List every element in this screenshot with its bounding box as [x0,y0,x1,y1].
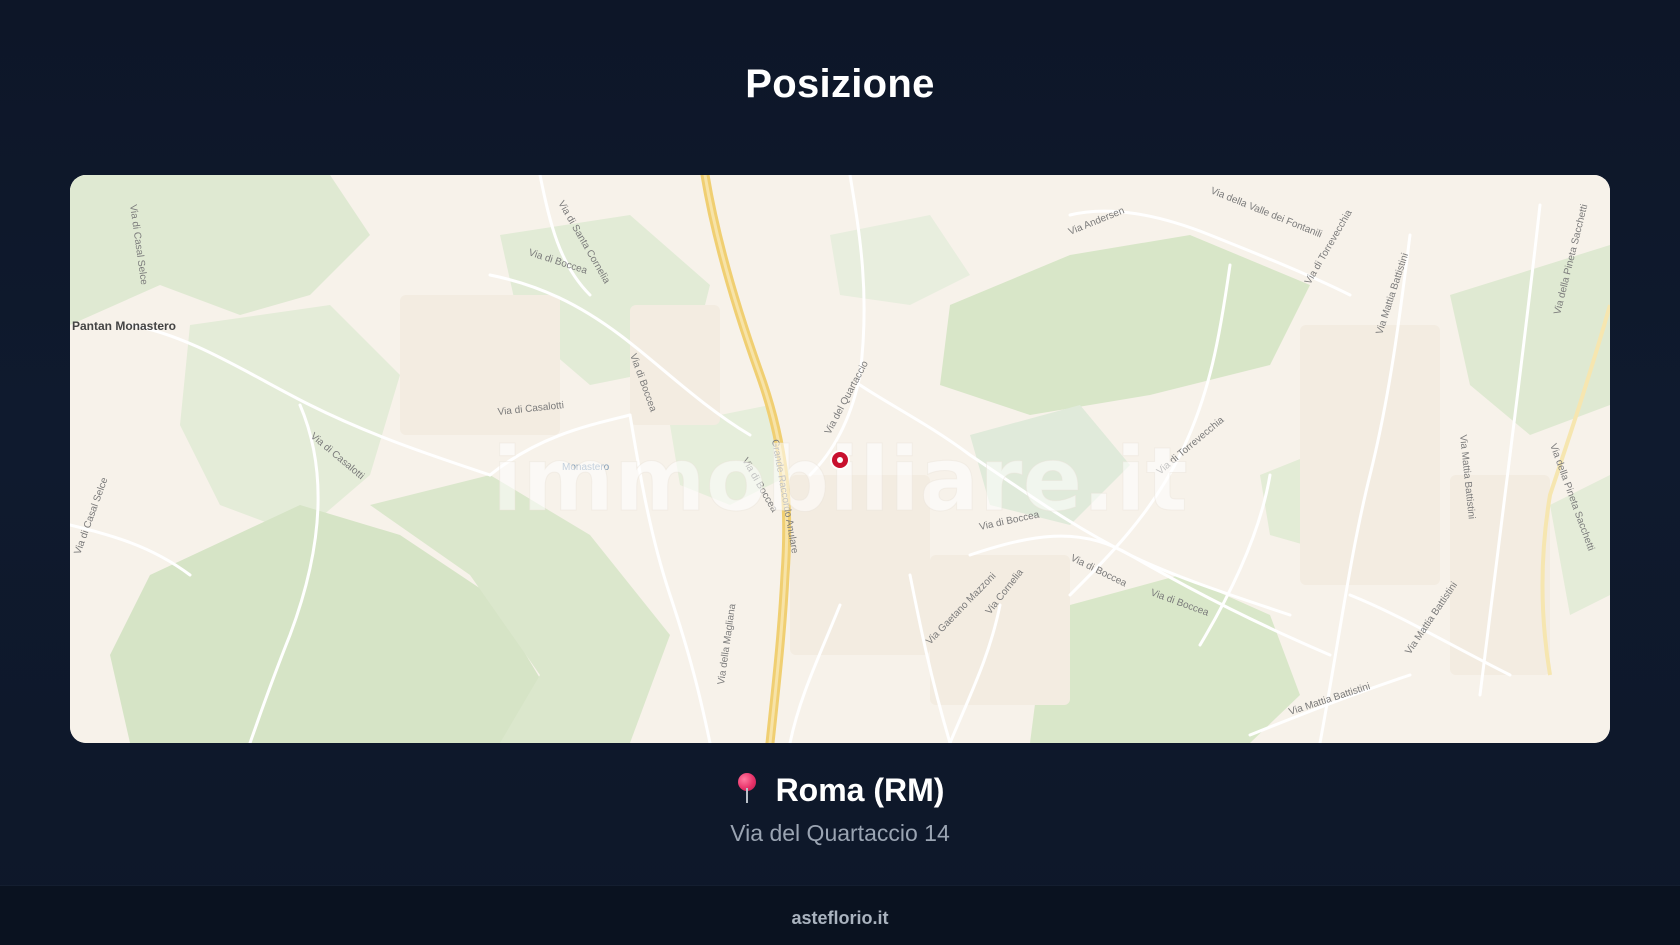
location-city: Roma (RM) [775,772,945,808]
location-heading: Roma (RM) [0,772,1680,809]
footer: asteflorio.it [0,885,1680,945]
round-pushpin-icon [736,773,758,805]
map-marker-icon[interactable] [830,450,850,470]
page-title: Posizione [745,62,935,106]
map-container[interactable]: Via di Casal Selce Via di Boccea Via di … [70,175,1610,743]
map-watermark: immobiliare.it [492,428,1188,531]
location-address: Via del Quartaccio 14 [730,820,950,846]
place-label: Pantan Monastero [72,319,176,333]
map-canvas[interactable]: Via di Casal Selce Via di Boccea Via di … [70,175,1610,743]
footer-site-link[interactable]: asteflorio.it [0,908,1680,929]
page: Posizione Via di Casal Selce Via di Bocc… [0,0,1680,945]
